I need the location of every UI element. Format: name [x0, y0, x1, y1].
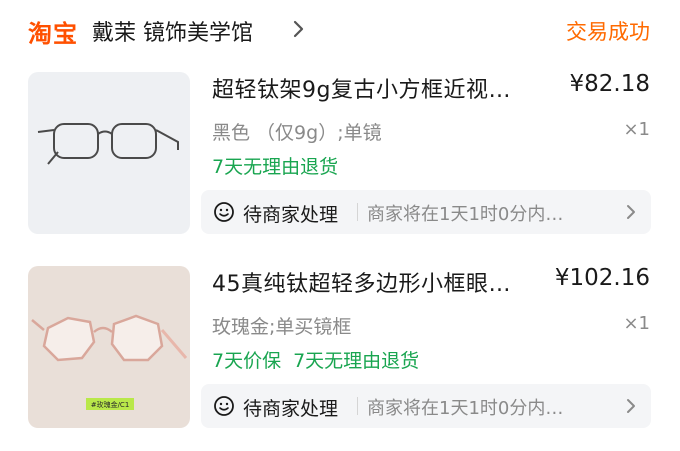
chevron-right-icon[interactable]	[625, 398, 637, 414]
chevron-right-icon[interactable]	[290, 18, 308, 40]
color-tag: #玫瑰金/C1	[91, 400, 130, 409]
shop-name-link[interactable]: 戴茉 镜饰美学馆	[92, 15, 253, 47]
order-status: 交易成功	[566, 20, 650, 44]
service-description: 商家将在1天1时0分内…	[367, 204, 564, 225]
aftersale-status-bar[interactable]: 待商家处理 商家将在1天1时0分内…	[201, 190, 651, 234]
guarantee-tag: 7天价保	[212, 350, 282, 372]
product-price: ¥102.16	[554, 265, 650, 291]
service-description: 商家将在1天1时0分内…	[367, 398, 564, 419]
product-thumbnail[interactable]	[28, 72, 190, 234]
smile-icon	[214, 396, 234, 416]
product-title[interactable]: 45真纯钛超轻多边形小框眼…	[212, 266, 532, 298]
divider	[357, 397, 358, 415]
product-quantity: ×1	[623, 119, 650, 140]
product-quantity: ×1	[623, 313, 650, 334]
smile-icon	[214, 202, 234, 222]
guarantee-tags: 7天价保 7天无理由退货	[212, 346, 419, 373]
product-title[interactable]: 超轻钛架9g复古小方框近视…	[212, 72, 532, 104]
taobao-logo: 淘宝	[28, 20, 78, 48]
order-item[interactable]: #玫瑰金/C1 45真纯钛超轻多边形小框眼… ¥102.16 玫瑰金;单买镜框 …	[0, 265, 680, 436]
guarantee-tags: 7天无理由退货	[212, 152, 338, 179]
divider	[357, 203, 358, 221]
product-spec: 黑色 （仅9g）;单镜	[212, 122, 382, 144]
service-status: 待商家处理	[243, 398, 339, 420]
product-spec: 玫瑰金;单买镜框	[212, 316, 352, 338]
chevron-right-icon[interactable]	[625, 204, 637, 220]
product-price: ¥82.18	[569, 71, 650, 97]
aftersale-status-bar[interactable]: 待商家处理 商家将在1天1时0分内…	[201, 384, 651, 428]
service-status: 待商家处理	[243, 204, 339, 226]
guarantee-tag: 7天无理由退货	[212, 156, 339, 178]
order-item[interactable]: 超轻钛架9g复古小方框近视… ¥82.18 黑色 （仅9g）;单镜 ×1 7天无…	[0, 71, 680, 242]
guarantee-tag: 7天无理由退货	[293, 350, 420, 372]
order-header: 淘宝 戴茉 镜饰美学馆 交易成功	[0, 0, 680, 60]
product-thumbnail[interactable]: #玫瑰金/C1	[28, 266, 190, 428]
